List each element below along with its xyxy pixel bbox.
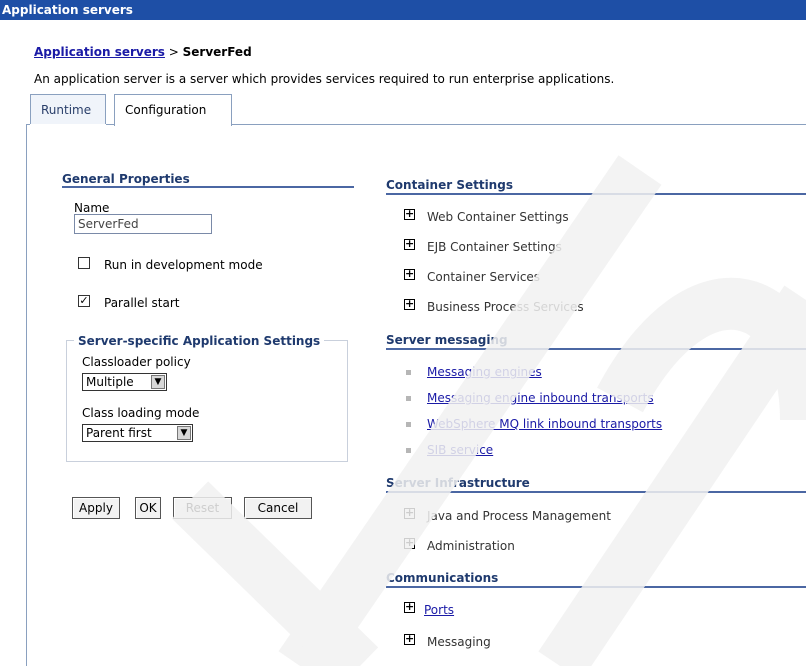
- cancel-button[interactable]: Cancel: [244, 497, 312, 519]
- tab-configuration[interactable]: Configuration: [114, 94, 232, 126]
- tab-runtime[interactable]: Runtime: [30, 94, 106, 124]
- messaging-item[interactable]: Messaging: [427, 635, 491, 649]
- java-process-management-item[interactable]: Java and Process Management: [427, 509, 611, 523]
- messaging-engines-link[interactable]: Messaging engines: [427, 365, 542, 379]
- classloader-policy-select[interactable]: Multiple ▼: [82, 373, 167, 391]
- administration-item[interactable]: Administration: [427, 539, 515, 553]
- class-loading-mode-label: Class loading mode: [82, 406, 200, 420]
- business-process-services-item[interactable]: Business Process Services: [427, 300, 584, 314]
- name-label: Name: [74, 201, 110, 215]
- ports-link[interactable]: Ports: [424, 603, 454, 617]
- dev-mode-checkbox[interactable]: [78, 257, 90, 269]
- server-infrastructure-heading: Server Infrastructure: [386, 476, 530, 490]
- classloader-policy-value: Multiple: [86, 375, 134, 389]
- check-icon: ✓: [79, 294, 89, 307]
- square-bullet-icon: [406, 370, 411, 375]
- square-bullet-icon: [406, 448, 411, 453]
- server-messaging-heading: Server messaging: [386, 333, 508, 347]
- container-services-item[interactable]: Container Services: [427, 270, 540, 284]
- tab-baseline: [106, 124, 114, 125]
- plus-box-icon[interactable]: +: [404, 268, 415, 280]
- reset-button[interactable]: Reset: [173, 497, 232, 519]
- breadcrumb-separator: >: [164, 45, 183, 59]
- container-settings-heading: Container Settings: [386, 178, 513, 192]
- plus-box-icon[interactable]: +: [404, 537, 415, 549]
- websphere-mq-link-inbound-transports-link[interactable]: WebSphere MQ link inbound transports: [427, 417, 662, 431]
- breadcrumb-link-application-servers[interactable]: Application servers: [34, 45, 165, 59]
- name-field[interactable]: [74, 214, 212, 234]
- content-border: [26, 124, 27, 666]
- breadcrumb: Application servers > ServerFed: [34, 45, 252, 59]
- window-title: Application servers: [2, 3, 133, 17]
- plus-box-icon[interactable]: +: [404, 601, 415, 613]
- ok-button[interactable]: OK: [135, 497, 161, 519]
- square-bullet-icon: [406, 422, 411, 427]
- page-description: An application server is a server which …: [34, 72, 615, 86]
- messaging-engine-inbound-transports-link[interactable]: Messaging engine inbound transports: [427, 391, 654, 405]
- general-properties-rule: [62, 186, 354, 188]
- classloader-policy-label: Classloader policy: [82, 355, 191, 369]
- breadcrumb-current: ServerFed: [182, 45, 252, 59]
- general-properties-heading: General Properties: [62, 172, 190, 186]
- plus-box-icon[interactable]: +: [404, 507, 415, 519]
- communications-heading: Communications: [386, 571, 499, 585]
- square-bullet-icon: [406, 396, 411, 401]
- parallel-start-checkbox[interactable]: ✓: [78, 295, 90, 307]
- plus-box-icon[interactable]: +: [404, 633, 415, 645]
- plus-box-icon[interactable]: +: [404, 238, 415, 250]
- ejb-container-settings-item[interactable]: EJB Container Settings: [427, 240, 562, 254]
- web-container-settings-item[interactable]: Web Container Settings: [427, 210, 569, 224]
- dev-mode-label: Run in development mode: [104, 258, 263, 272]
- apply-button[interactable]: Apply: [72, 497, 120, 519]
- tab-baseline: [232, 124, 806, 125]
- plus-box-icon[interactable]: +: [404, 208, 415, 220]
- server-infrastructure-rule: [386, 491, 806, 493]
- server-specific-legend: Server-specific Application Settings: [74, 334, 325, 348]
- chevron-down-icon[interactable]: ▼: [151, 375, 165, 389]
- chevron-down-icon[interactable]: ▼: [177, 426, 191, 440]
- server-messaging-rule: [386, 348, 806, 350]
- communications-rule: [386, 586, 806, 588]
- parallel-start-label: Parallel start: [104, 296, 180, 310]
- window-title-bar: Application servers: [0, 0, 806, 20]
- sib-service-link[interactable]: SIB service: [427, 443, 493, 457]
- container-settings-rule: [386, 193, 806, 195]
- plus-box-icon[interactable]: +: [404, 298, 415, 310]
- class-loading-mode-select[interactable]: Parent first ▼: [82, 424, 193, 442]
- class-loading-mode-value: Parent first: [86, 426, 152, 440]
